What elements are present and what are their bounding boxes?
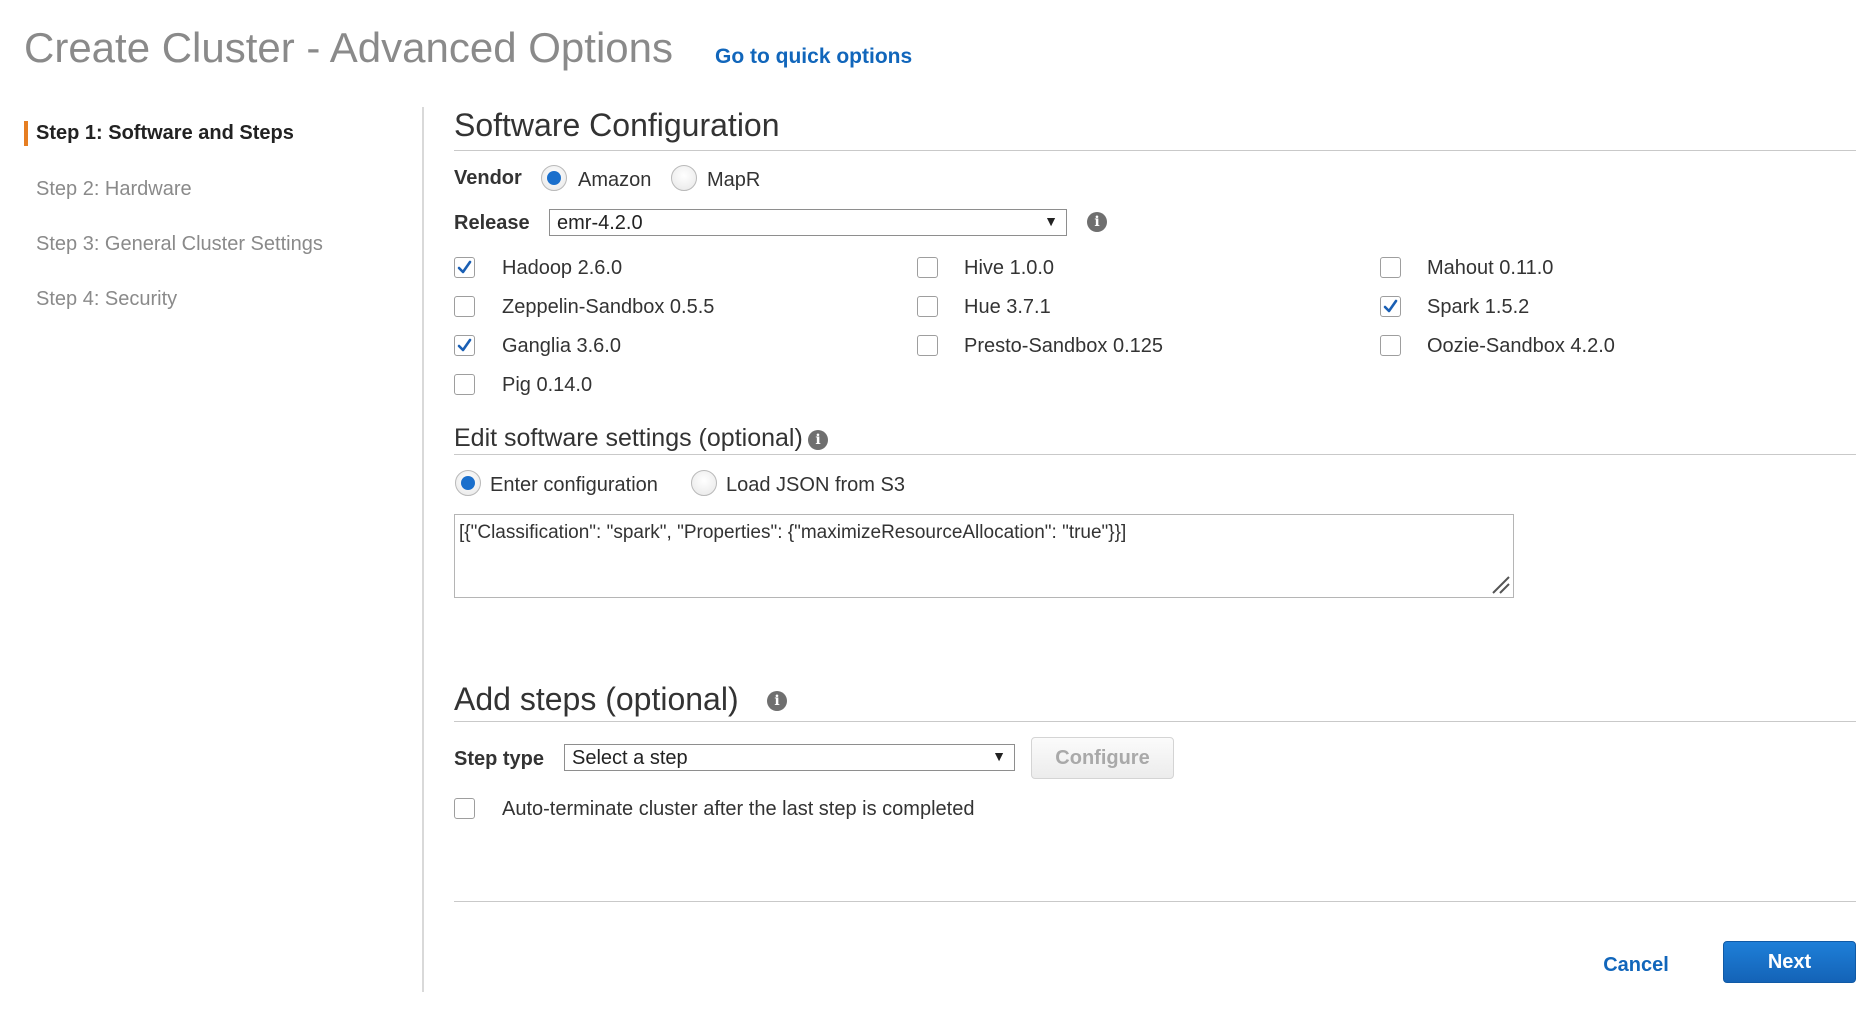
vendor-amazon-label[interactable]: Amazon — [578, 169, 651, 192]
edit-settings-info-icon[interactable]: i — [808, 430, 828, 450]
nav-divider — [422, 107, 424, 992]
ganglia-label: Ganglia 3.6.0 — [502, 335, 621, 357]
nav-step-3[interactable]: Step 3: General Cluster Settings — [36, 233, 323, 256]
nav-step-2[interactable]: Step 2: Hardware — [36, 178, 192, 201]
configuration-textarea[interactable]: [{"Classification": "spark", "Properties… — [454, 514, 1514, 598]
spark-checkbox[interactable] — [1380, 296, 1401, 317]
release-select-value: emr-4.2.0 — [557, 212, 643, 234]
mahout-label: Mahout 0.11.0 — [1427, 257, 1554, 279]
release-info-icon[interactable]: i — [1087, 212, 1107, 232]
mahout-checkbox[interactable] — [1380, 257, 1401, 278]
enter-configuration-label[interactable]: Enter configuration — [490, 474, 658, 497]
nav-step-1[interactable]: Step 1: Software and Steps — [36, 122, 294, 145]
oozie-checkbox[interactable] — [1380, 335, 1401, 356]
vendor-mapr-radio[interactable] — [671, 165, 697, 191]
vendor-mapr-label[interactable]: MapR — [707, 169, 760, 192]
step-type-select-value: Select a step — [572, 747, 688, 769]
enter-configuration-radio[interactable] — [455, 470, 481, 496]
oozie-label: Oozie-Sandbox 4.2.0 — [1427, 335, 1615, 357]
hive-checkbox[interactable] — [917, 257, 938, 278]
step-type-select[interactable]: Select a step ▼ — [564, 744, 1015, 771]
vendor-label: Vendor — [454, 167, 522, 189]
hue-label: Hue 3.7.1 — [964, 296, 1051, 318]
hadoop-checkbox[interactable] — [454, 257, 475, 278]
configuration-text: [{"Classification": "spark", "Properties… — [459, 522, 1127, 543]
resize-handle-icon[interactable] — [1489, 573, 1511, 595]
add-steps-heading: Add steps (optional) — [454, 681, 739, 717]
load-json-s3-radio[interactable] — [691, 470, 717, 496]
step-type-label: Step type — [454, 748, 545, 770]
section-divider — [454, 454, 1856, 455]
zeppelin-checkbox[interactable] — [454, 296, 475, 317]
dropdown-caret-icon: ▼ — [992, 748, 1006, 764]
load-json-s3-label[interactable]: Load JSON from S3 — [726, 474, 905, 497]
hive-label: Hive 1.0.0 — [964, 257, 1055, 279]
active-step-indicator — [24, 121, 28, 146]
go-to-quick-options-link[interactable]: Go to quick options — [715, 45, 912, 69]
release-label: Release — [454, 212, 530, 234]
section-divider — [454, 150, 1856, 151]
vendor-amazon-radio[interactable] — [541, 165, 567, 191]
ganglia-checkbox[interactable] — [454, 335, 475, 356]
dropdown-caret-icon: ▼ — [1044, 213, 1058, 229]
auto-terminate-label: Auto-terminate cluster after the last st… — [502, 798, 975, 820]
presto-label: Presto-Sandbox 0.125 — [964, 335, 1164, 357]
configure-button[interactable]: Configure — [1031, 737, 1174, 779]
zeppelin-label: Zeppelin-Sandbox 0.5.5 — [502, 296, 715, 318]
software-configuration-heading: Software Configuration — [454, 107, 780, 143]
footer-divider — [454, 901, 1856, 902]
hue-checkbox[interactable] — [917, 296, 938, 317]
page-title: Create Cluster - Advanced Options — [24, 24, 673, 71]
pig-checkbox[interactable] — [454, 374, 475, 395]
add-steps-info-icon[interactable]: i — [767, 691, 787, 711]
release-select[interactable]: emr-4.2.0 ▼ — [549, 209, 1067, 236]
section-divider — [454, 721, 1856, 722]
spark-label: Spark 1.5.2 — [1427, 296, 1530, 318]
presto-checkbox[interactable] — [917, 335, 938, 356]
auto-terminate-checkbox[interactable] — [454, 798, 475, 819]
cancel-button[interactable]: Cancel — [1588, 950, 1684, 980]
hadoop-label: Hadoop 2.6.0 — [502, 257, 623, 279]
edit-settings-heading: Edit software settings (optional) — [454, 424, 803, 452]
pig-label: Pig 0.14.0 — [502, 374, 593, 396]
next-button[interactable]: Next — [1723, 941, 1856, 983]
nav-step-4[interactable]: Step 4: Security — [36, 288, 177, 311]
